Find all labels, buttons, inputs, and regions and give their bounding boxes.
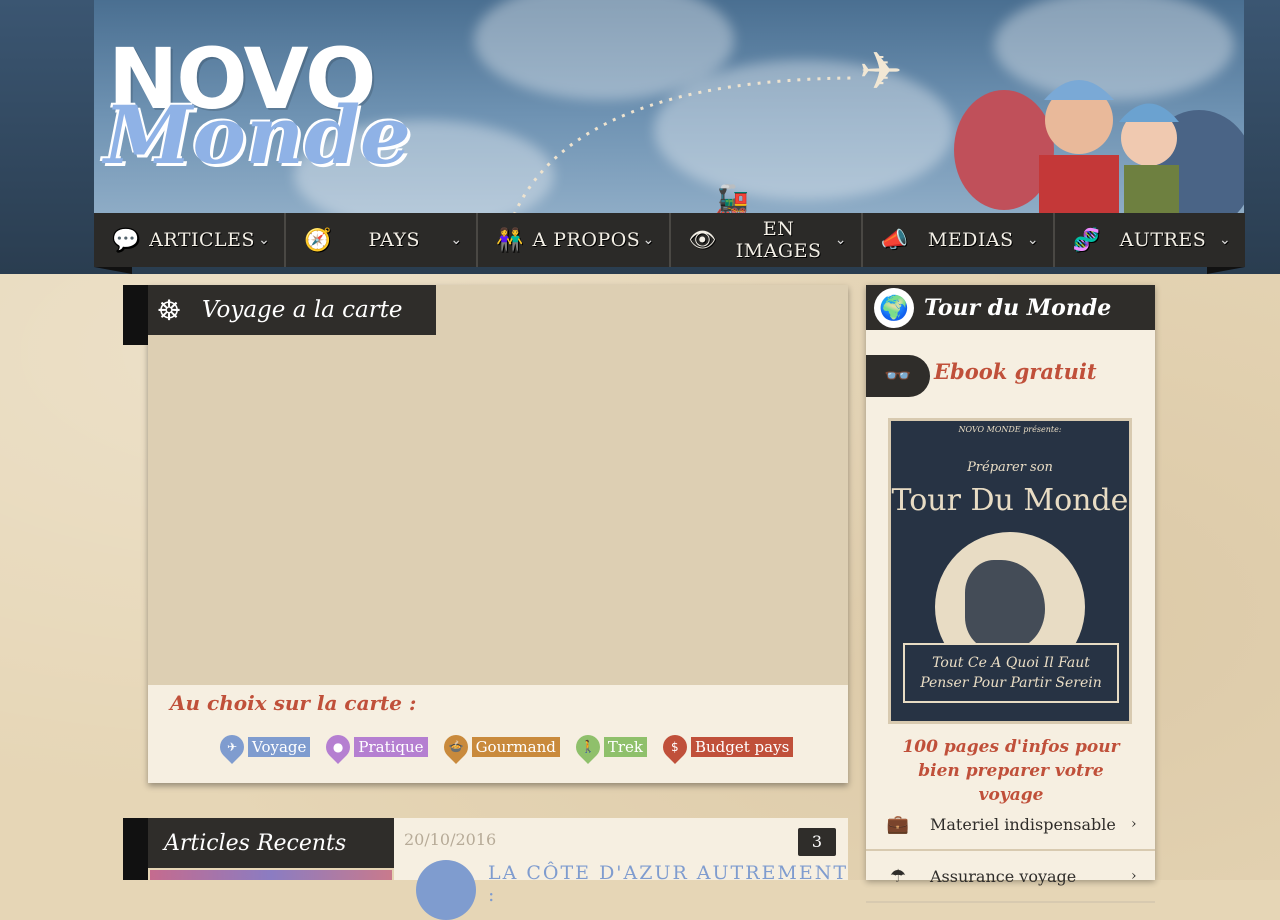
legend-label: Pratique [354, 737, 428, 757]
article-card[interactable]: 20/10/2016 3 LA CÔTE D'AZUR AUTREMENT : [394, 818, 848, 920]
article-thumbnail[interactable] [150, 870, 392, 880]
nav-label: EN IMAGES [735, 218, 822, 262]
logo-text-monde: Monde [104, 88, 411, 182]
legend-item-trek[interactable]: 🚶 Trek [570, 730, 647, 764]
speech-bubble-heart-icon: 💬 [112, 227, 140, 253]
nav-label: MEDIAS [927, 229, 1014, 251]
sidebar-header: 🌍 Tour du Monde [866, 285, 1155, 330]
map-legend: Au choix sur la carte : ✈ Voyage ● Prati… [148, 685, 848, 783]
legend-label: Voyage [248, 737, 311, 757]
nav-item-medias[interactable]: 📣 MEDIAS ⌄ [863, 213, 1055, 267]
nav-label: AUTRES [1119, 229, 1207, 251]
ebook-caption[interactable]: 100 pages d'infos pour bien preparer vot… [886, 735, 1136, 807]
chevron-right-icon: › [1131, 816, 1137, 832]
legend-list: ✈ Voyage ● Pratique 🍲 Gourmand 🚶 Trek $ … [215, 730, 794, 764]
cover-main-title: Tour Du Monde [891, 483, 1129, 518]
legend-item-pratique[interactable]: ● Pratique [321, 730, 428, 764]
legend-item-voyage[interactable]: ✈ Voyage [215, 730, 311, 764]
nav-item-articles[interactable]: 💬 ARTICLES ⌄ [94, 213, 287, 267]
cover-presenter: NOVO MONDE présente: [958, 425, 1062, 434]
nav-item-en-images[interactable]: 👁 EN IMAGES ⌄ [671, 213, 863, 267]
ship-wheel-icon: ☸ [156, 293, 182, 327]
chevron-down-icon: ⌄ [258, 232, 271, 248]
nav-item-pays[interactable]: 🧭 PAYS ⌄ [286, 213, 479, 267]
eye-icon: 👁 [688, 227, 717, 253]
megaphone-chat-icon: 📣 [880, 227, 909, 253]
sidebar-title: Tour du Monde [924, 294, 1112, 321]
train-icon: 🚂 [714, 183, 749, 213]
dna-icon: 🧬 [1072, 227, 1101, 253]
legend-item-budget-pays[interactable]: $ Budget pays [658, 730, 794, 764]
plane-icon: ✈ [215, 730, 249, 764]
site-header: NOVO Monde ✈ 🚂 [94, 0, 1244, 213]
cover-banner: Tout Ce A Quoi Il Faut Penser Pour Parti… [903, 643, 1119, 703]
chevron-down-icon: ⌄ [450, 232, 463, 248]
travellers-illustration [954, 80, 1244, 213]
interactive-map[interactable] [148, 285, 848, 685]
legend-title: Au choix sur la carte : [170, 691, 417, 715]
recent-articles-title: Articles Recents [148, 818, 394, 868]
sidebar: 🌍 Tour du Monde 👓 Ebook gratuit NOVO MON… [866, 285, 1155, 903]
map-section-title: ☸ Voyage a la carte [148, 285, 436, 335]
food-icon: 🍲 [438, 730, 473, 764]
chevron-down-icon: ⌄ [642, 232, 655, 248]
nav-label: A PROPOS [532, 229, 641, 251]
compass-icon: 🧭 [304, 227, 333, 253]
sidebar-link-assurance[interactable]: ☂ Assurance voyage › [866, 851, 1155, 903]
umbrella-icon: ☂ [889, 865, 907, 887]
article-category-icon [416, 860, 476, 920]
nav-item-a-propos[interactable]: 👫 A PROPOS ⌄ [478, 213, 671, 267]
main-nav: 💬 ARTICLES ⌄ 🧭 PAYS ⌄ 👫 A PROPOS ⌄ 👁 EN … [94, 213, 1245, 267]
nav-ribbon-left [94, 267, 132, 274]
sidebar-link-label: Materiel indispensable [930, 814, 1116, 834]
section-tab-fold [123, 285, 148, 345]
pin-icon: ● [321, 730, 356, 764]
sidebar-link-materiel[interactable]: 💼 Materiel indispensable › [866, 799, 1155, 851]
chevron-right-icon: › [1131, 868, 1137, 884]
section-tab-fold [123, 818, 148, 880]
chevron-down-icon: ⌄ [834, 232, 847, 248]
briefcase-icon: 💼 [886, 813, 910, 835]
couple-icon: 👫 [496, 227, 525, 253]
cover-banner-line: Tout Ce A Quoi Il Faut [932, 655, 1090, 671]
article-date: 20/10/2016 [404, 830, 497, 849]
nav-item-autres[interactable]: 🧬 AUTRES ⌄ [1055, 213, 1245, 267]
chevron-down-icon: ⌄ [1219, 232, 1232, 248]
map-section-title-text: Voyage a la carte [202, 297, 403, 323]
article-title[interactable]: LA CÔTE D'AZUR AUTREMENT : [488, 862, 848, 906]
cover-banner-line: Penser Pour Partir Serein [920, 675, 1102, 691]
legend-item-gourmand[interactable]: 🍲 Gourmand [438, 730, 560, 764]
chevron-down-icon: ⌄ [1026, 232, 1040, 248]
legend-label: Gourmand [471, 737, 560, 757]
ebook-title: Ebook gratuit [934, 359, 1097, 384]
comment-count-badge[interactable]: 3 [798, 828, 836, 856]
hiker-icon: 🚶 [570, 730, 605, 764]
nav-ribbon-right [1207, 267, 1245, 274]
flight-path-decoration [513, 76, 855, 213]
ebook-cover[interactable]: NOVO MONDE présente: Préparer son Tour D… [888, 418, 1132, 724]
globe-icon: 🌍 [874, 287, 914, 328]
nav-label: PAYS [368, 229, 421, 251]
legend-label: Trek [603, 737, 647, 757]
legend-label: Budget pays [691, 737, 794, 757]
dollar-icon: $ [658, 730, 692, 764]
sidebar-link-label: Assurance voyage [930, 866, 1077, 886]
plane-icon: ✈ [859, 42, 903, 102]
cover-pretitle: Préparer son [967, 460, 1053, 475]
nav-label: ARTICLES [149, 229, 256, 251]
glasses-icon: 👓 [866, 355, 930, 397]
